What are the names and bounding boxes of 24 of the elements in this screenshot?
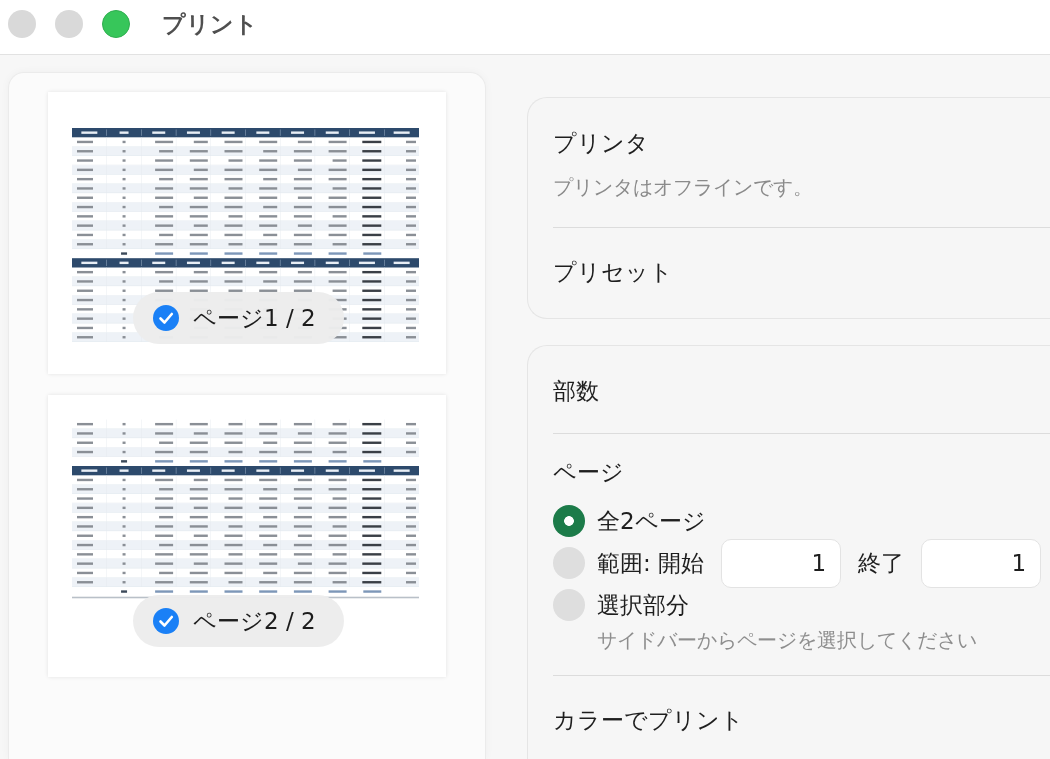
setting-note: プリンタはオフラインです。 [553,177,814,199]
radio-label[interactable]: 範囲: 開始 [597,549,705,577]
range-start-field[interactable]: 1 [721,538,842,588]
page-select-toggle[interactable]: ページ1 / 2 [133,292,344,344]
page-preview[interactable] [48,92,446,374]
setting-label: 部数 [553,377,600,405]
radio-button[interactable] [553,589,585,621]
range-end-label: 終了 [858,549,905,577]
range-end-field[interactable]: 1 [921,538,1042,588]
setting-label: プリセット [553,258,674,286]
setting-label: カラーでプリント [553,706,745,734]
page-select-toggle[interactable]: ページ2 / 2 [133,595,344,647]
radio-label[interactable]: 全2ページ [597,507,706,535]
window-close-button[interactable] [8,10,36,38]
page-preview[interactable] [48,395,446,677]
radio-label[interactable]: 選択部分 [597,591,689,619]
hint-text: サイドバーからページを選択してください [597,630,978,652]
setting-label: ページ [553,458,625,486]
window-title: プリント [162,10,258,38]
setting-label: プリンタ [553,129,650,157]
radio-button[interactable] [553,505,585,537]
window-zoom-button[interactable] [102,10,130,38]
radio-button[interactable] [553,547,585,579]
window-minimize-button[interactable] [55,10,83,38]
